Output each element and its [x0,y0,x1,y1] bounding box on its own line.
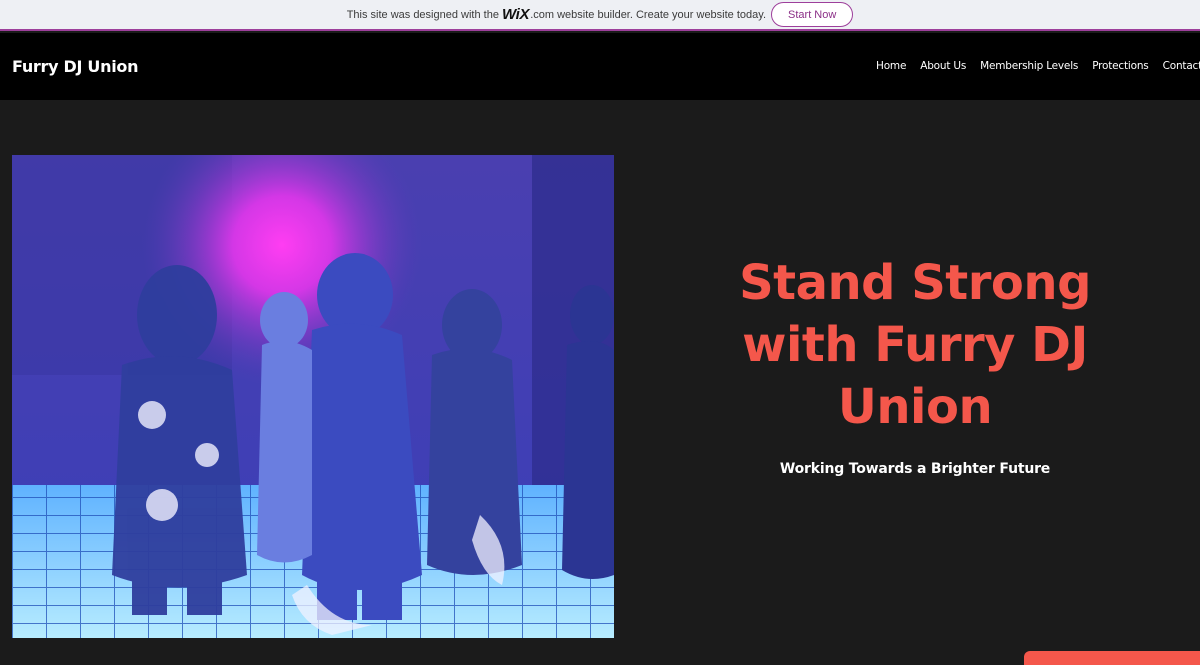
site-title[interactable]: Furry DJ Union [12,57,138,76]
wix-logo[interactable]: WiX [502,6,530,23]
wix-logo-suffix: .com [530,8,555,21]
nav-item-contact[interactable]: Contact [1163,60,1200,72]
banner-text-after: website builder. Create your website tod… [557,8,767,21]
chat-tab[interactable] [1024,651,1200,665]
hero-photo [12,155,614,638]
main-nav: Home About Us Membership Levels Protecti… [876,60,1200,72]
nav-item-home[interactable]: Home [876,60,906,72]
dance-floor-photo [12,155,614,638]
banner-text-before: This site was designed with the [346,8,499,21]
hero-heading: Stand Strong with Furry DJ Union [739,255,1091,435]
hero-text-block: Stand Strong with Furry DJ Union Working… [720,252,1110,477]
nav-item-membership-levels[interactable]: Membership Levels [980,60,1078,72]
wix-promo-banner: This site was designed with the WiX .com… [0,0,1200,31]
nav-item-about-us[interactable]: About Us [920,60,966,72]
nav-item-protections[interactable]: Protections [1092,60,1149,72]
start-now-button[interactable]: Start Now [771,2,854,27]
hero-subheading: Working Towards a Brighter Future [779,461,1051,477]
site-header: Furry DJ Union Home About Us Membership … [0,33,1200,100]
